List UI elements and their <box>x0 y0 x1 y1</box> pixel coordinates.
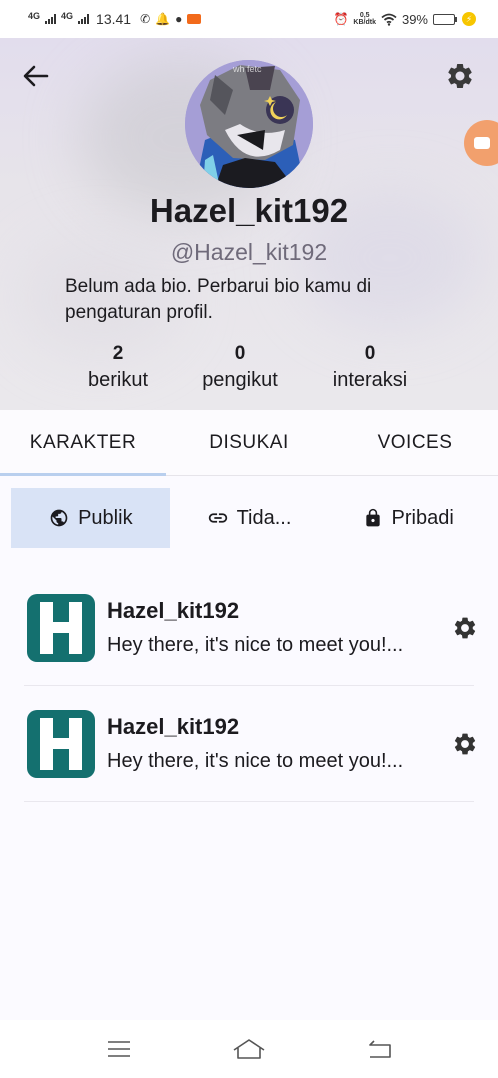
wifi-icon <box>381 13 397 26</box>
floating-action-chip[interactable] <box>464 120 498 166</box>
speed-unit: KB/dtk <box>353 19 376 26</box>
character-description: Hey there, it's nice to meet you!... <box>107 634 404 656</box>
gear-icon <box>448 63 472 88</box>
filter-private-label: Pribadi <box>391 506 454 529</box>
character-settings-button[interactable] <box>450 729 480 759</box>
tab-disukai[interactable]: DISUKAI <box>166 410 332 475</box>
character-description: Hey there, it's nice to meet you!... <box>107 750 404 772</box>
profile-bio: Belum ada bio. Perbarui bio kamu di peng… <box>65 276 372 323</box>
profile-handle: @Hazel_kit192 <box>170 239 328 265</box>
character-item[interactable]: Hazel_kit192 Hey there, it's nice to mee… <box>24 686 476 802</box>
battery-percent: 39% <box>401 11 428 27</box>
system-nav-bar <box>0 1020 498 1078</box>
character-settings-button[interactable] <box>450 613 480 643</box>
character-item[interactable]: Hazel_kit192 Hey there, it's nice to mee… <box>24 570 476 686</box>
globe-icon <box>48 507 70 529</box>
avatar-image: wh fetc <box>185 60 313 188</box>
stat-interactions-label: interaksi <box>332 369 408 391</box>
stat-interactions-value: 0 <box>364 343 376 364</box>
home-button[interactable] <box>232 1034 266 1064</box>
menu-icon <box>108 1041 130 1057</box>
filter-unlisted-label: Tida... <box>236 506 292 529</box>
status-right: ⏰ 0,5 KB/dtk 39% ⚡ <box>333 12 476 27</box>
character-logo <box>27 593 95 662</box>
back-nav-icon <box>369 1040 391 1058</box>
stat-following-value: 2 <box>112 343 124 364</box>
signal-icon-2 <box>78 14 90 24</box>
profile-header: wh fetc Hazel_kit192 @Hazel_kit192 Belum… <box>0 38 498 410</box>
svg-text:wh fetc: wh fetc <box>232 64 262 74</box>
network-type-2: 4G <box>61 10 74 21</box>
gear-icon <box>454 733 476 754</box>
settings-button[interactable] <box>444 60 476 92</box>
stat-interactions[interactable]: 0 interaksi <box>320 343 420 392</box>
network-speed: 0,5 KB/dtk <box>353 12 376 26</box>
stat-following-label: berikut <box>87 369 149 391</box>
back-button[interactable] <box>20 60 52 92</box>
battery-icon <box>433 13 457 25</box>
lock-icon <box>362 507 384 529</box>
status-left: 4G 4G 13.41 ✆ 🔔 ● <box>28 10 202 27</box>
filter-unlisted[interactable]: Tida... <box>170 488 329 548</box>
stat-followers[interactable]: 0 pengikut <box>190 343 290 392</box>
alarm-icon: ⏰ <box>333 12 349 26</box>
filter-private[interactable]: Pribadi <box>328 488 487 548</box>
filter-public[interactable]: Publik <box>11 488 170 548</box>
character-logo <box>27 709 95 778</box>
whatsapp-icon: ✆ <box>140 12 151 26</box>
notification-bell-icon: 🔔 <box>155 12 171 26</box>
character-name: Hazel_kit192 <box>107 598 240 623</box>
message-icon: ● <box>175 12 183 26</box>
home-icon <box>233 1039 265 1059</box>
character-name: Hazel_kit192 <box>107 714 240 739</box>
clock: 13.41 <box>96 11 132 27</box>
profile-tabs: KARAKTER DISUKAI VOICES <box>0 410 498 476</box>
gear-icon <box>454 617 476 638</box>
speed-value: 0,5 <box>359 12 370 19</box>
stat-followers-value: 0 <box>234 343 246 364</box>
back-nav-button[interactable] <box>362 1034 396 1064</box>
tab-karakter[interactable]: KARAKTER <box>0 410 166 476</box>
video-app-icon <box>187 14 202 24</box>
filter-public-label: Publik <box>78 506 133 529</box>
arrow-left-icon <box>23 65 49 87</box>
tab-voices[interactable]: VOICES <box>332 410 498 475</box>
link-icon <box>207 507 229 529</box>
profile-avatar[interactable]: wh fetc <box>185 60 313 188</box>
charging-icon: ⚡ <box>462 12 476 26</box>
network-type-1: 4G <box>28 10 41 21</box>
signal-icon <box>45 14 57 24</box>
visibility-filters: Publik Tida... Pribadi <box>11 488 487 548</box>
character-list: Hazel_kit192 Hey there, it's nice to mee… <box>0 570 498 802</box>
video-icon <box>474 137 490 149</box>
status-bar: 4G 4G 13.41 ✆ 🔔 ● ⏰ 0,5 KB/dtk 39% ⚡ <box>0 0 498 38</box>
menu-button[interactable] <box>102 1034 136 1064</box>
stat-following[interactable]: 2 berikut <box>78 343 158 392</box>
profile-name: Hazel_kit192 <box>149 192 349 229</box>
stat-followers-label: pengikut <box>202 369 278 391</box>
